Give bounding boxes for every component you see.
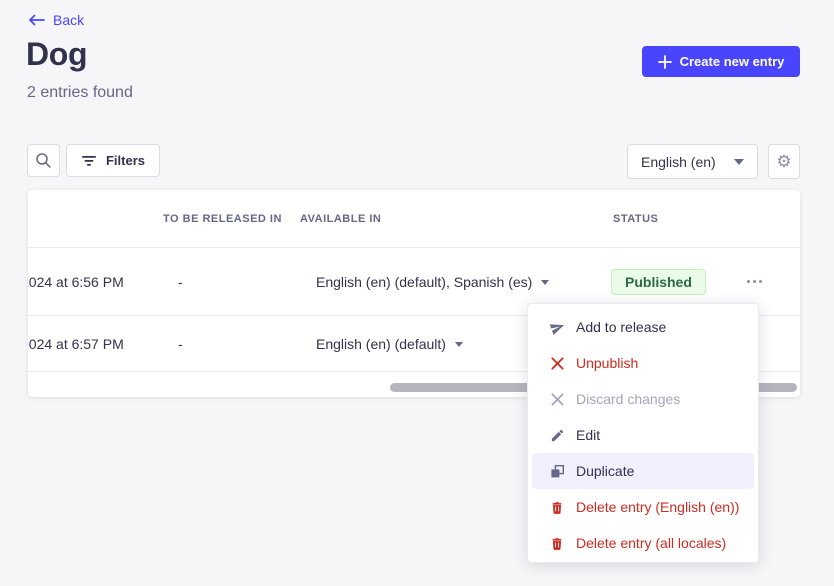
menu-item-duplicate[interactable]: Duplicate: [532, 453, 754, 489]
available-in-cell[interactable]: English (en) (default): [316, 316, 463, 371]
updated-at-cell: 2024 at 6:56 PM: [28, 248, 166, 315]
filters-button[interactable]: Filters: [66, 144, 160, 177]
x-icon: [549, 355, 565, 371]
column-header-status[interactable]: STATUS: [613, 190, 658, 248]
filter-icon: [81, 155, 97, 167]
gear-icon: ⚙: [776, 152, 791, 172]
back-label: Back: [53, 12, 84, 28]
to-be-released-in-cell: -: [178, 248, 183, 315]
menu-item-discard-changes[interactable]: Discard changes: [532, 381, 754, 417]
filters-label: Filters: [106, 153, 145, 168]
column-header-available-in[interactable]: AVAILABLE IN: [300, 190, 381, 248]
menu-item-edit[interactable]: Edit: [532, 417, 754, 453]
trash-icon: [549, 535, 565, 551]
to-be-released-in-cell: -: [178, 316, 183, 371]
x-icon: [549, 391, 565, 407]
search-button[interactable]: [27, 144, 60, 177]
duplicate-icon: [549, 463, 565, 479]
column-header-to-be-released-in[interactable]: TO BE RELEASED IN: [163, 190, 282, 248]
entries-count: 2 entries found: [27, 84, 133, 102]
create-new-entry-button[interactable]: Create new entry: [642, 46, 800, 77]
chevron-down-icon: [455, 342, 463, 347]
trash-icon: [549, 499, 565, 515]
create-button-label: Create new entry: [680, 54, 785, 69]
locale-select[interactable]: English (en): [627, 144, 758, 179]
menu-item-add-to-release[interactable]: Add to release: [532, 309, 754, 345]
content-manager-list-page: Back Dog 2 entries found Create new entr…: [0, 0, 834, 586]
plus-icon: [658, 55, 672, 69]
arrow-left-icon: [28, 14, 45, 26]
updated-at-cell: 2024 at 6:57 PM: [28, 316, 166, 371]
status-badge: Published: [611, 269, 706, 295]
settings-button[interactable]: ⚙: [768, 144, 800, 179]
back-link[interactable]: Back: [28, 12, 84, 28]
search-icon: [35, 152, 52, 169]
table-header-row: TO BE RELEASED IN AVAILABLE IN STATUS: [28, 190, 800, 248]
menu-item-unpublish[interactable]: Unpublish: [532, 345, 754, 381]
available-in-cell[interactable]: English (en) (default), Spanish (es): [316, 248, 549, 315]
locale-select-value: English (en): [641, 154, 716, 170]
pencil-icon: [549, 427, 565, 443]
chevron-down-icon: [541, 280, 549, 285]
chevron-down-icon: [734, 159, 744, 165]
send-icon: [549, 319, 565, 335]
row-actions-menu: Add to release Unpublish Discard changes: [527, 303, 759, 563]
page-title: Dog: [26, 36, 87, 73]
menu-item-delete-entry-locale[interactable]: Delete entry (English (en)): [532, 489, 754, 525]
menu-item-delete-entry-all-locales[interactable]: Delete entry (all locales): [532, 525, 754, 561]
